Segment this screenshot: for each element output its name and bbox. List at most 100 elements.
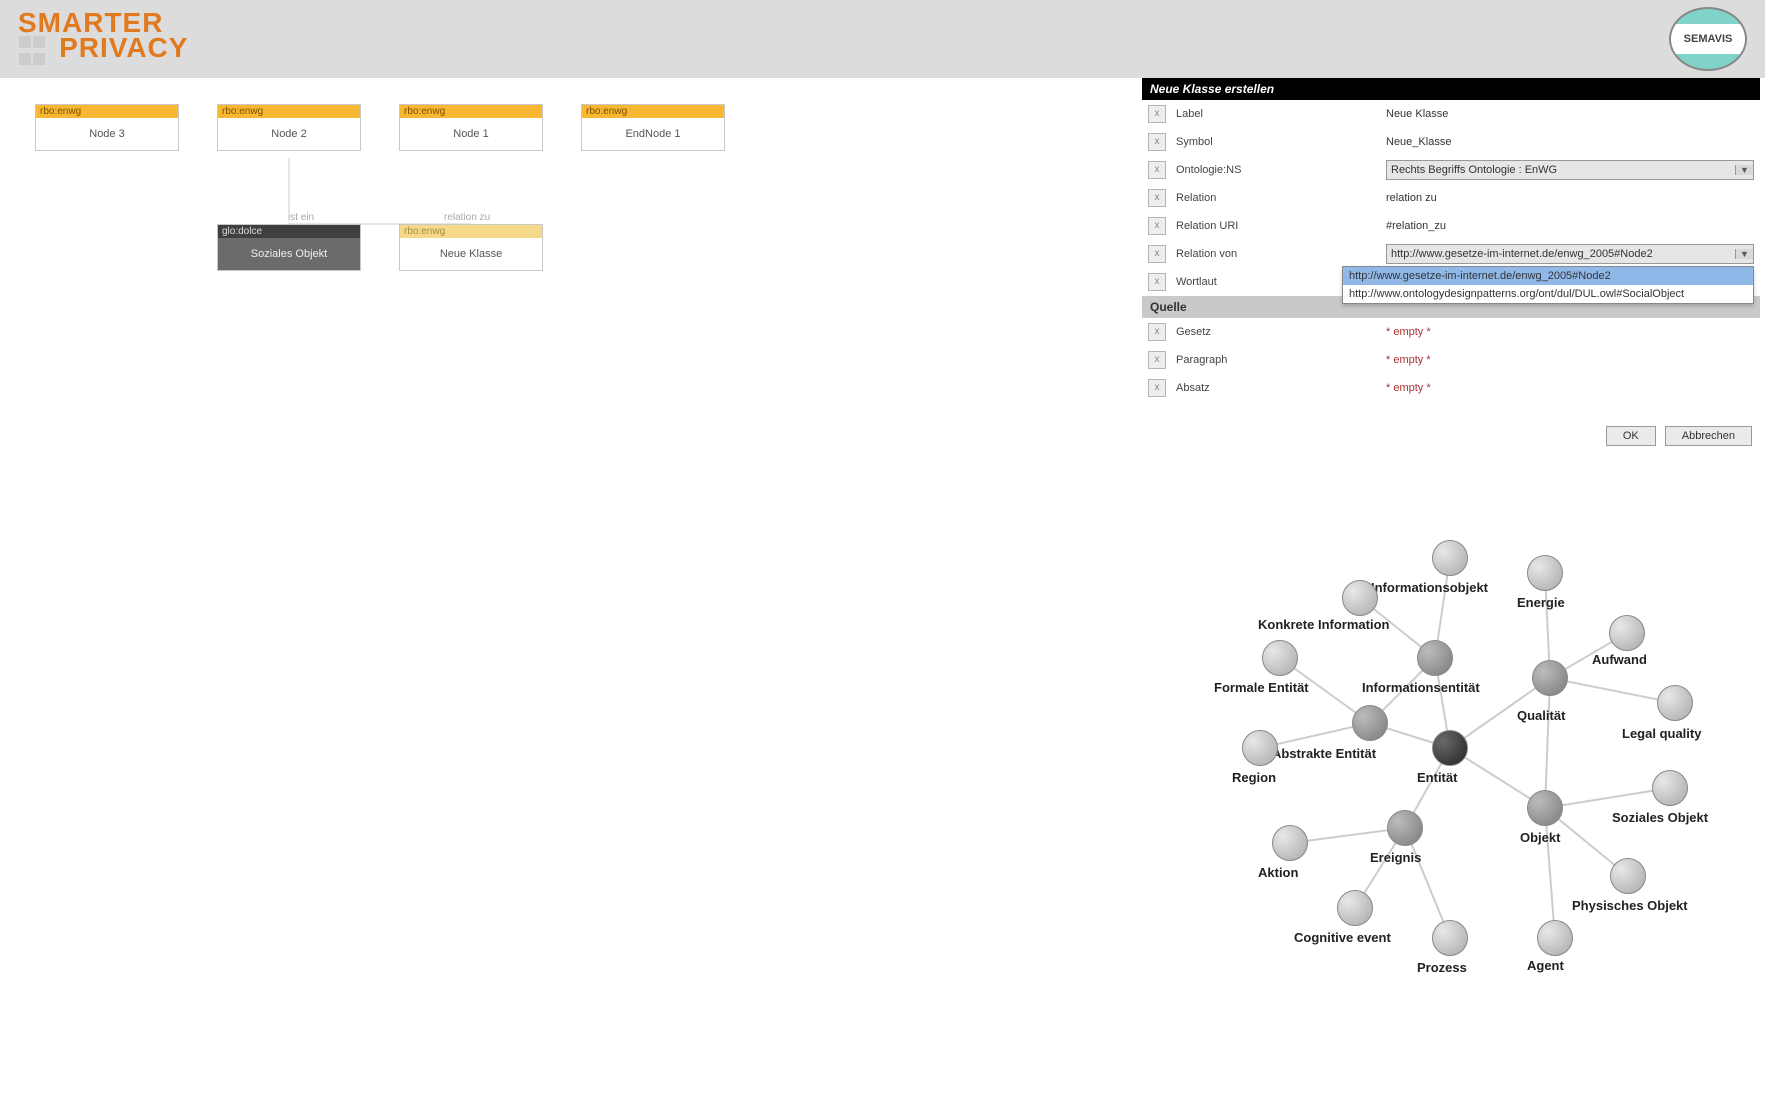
chevron-down-icon[interactable]: ▼ (1735, 165, 1753, 175)
form-row-relation: x Relationrelation zu (1142, 184, 1760, 212)
node-label: EndNode 1 (582, 118, 724, 150)
chevron-down-icon[interactable]: ▼ (1735, 249, 1753, 259)
field-value-absatz[interactable]: * empty * (1386, 382, 1754, 394)
graph-node-aktion[interactable] (1272, 825, 1308, 861)
graph-label: Legal quality (1622, 726, 1701, 741)
dropdown-option[interactable]: http://www.ontologydesignpatterns.org/on… (1343, 285, 1753, 303)
remove-field-button[interactable]: x (1148, 351, 1166, 369)
field-value-paragraph[interactable]: * empty * (1386, 354, 1754, 366)
field-value-relation[interactable]: relation zu (1386, 192, 1754, 204)
graph-label: Aktion (1258, 865, 1298, 880)
graph-node-phys[interactable] (1610, 858, 1646, 894)
graph-node-agent[interactable] (1537, 920, 1573, 956)
graph-label: Region (1232, 770, 1276, 785)
graph-node-legal[interactable] (1657, 685, 1693, 721)
field-value-label[interactable]: Neue Klasse (1386, 108, 1754, 120)
graph-node-ereig[interactable] (1387, 810, 1423, 846)
diagram-node-so[interactable]: glo:dolceSoziales Objekt (217, 224, 361, 271)
graph-label: Informationsobjekt (1371, 580, 1488, 595)
field-value-relationuri[interactable]: #relation_zu (1386, 220, 1754, 232)
node-label: Node 1 (400, 118, 542, 150)
form-panel: Neue Klasse erstellen xLabelNeue Klassex… (1142, 78, 1760, 454)
logo-semavis-text: SEMAVIS (1684, 33, 1733, 45)
graph-node-qual[interactable] (1532, 660, 1568, 696)
graph-label: Objekt (1520, 830, 1560, 845)
ontology-graph[interactable]: EntitätAbstrakte EntitätInformationsenti… (1142, 510, 1765, 1090)
field-value-symbol[interactable]: Neue_Klasse (1386, 136, 1754, 148)
field-value-gesetz[interactable]: * empty * (1386, 326, 1754, 338)
graph-node-region[interactable] (1242, 730, 1278, 766)
cancel-button[interactable]: Abbrechen (1665, 426, 1752, 446)
logo-smarter-privacy: SMARTER PRIVACY (18, 10, 188, 69)
graph-node-obj[interactable] (1527, 790, 1563, 826)
node-namespace: rbo:enwg (218, 105, 360, 118)
remove-field-button[interactable]: x (1148, 323, 1166, 341)
node-namespace: rbo:enwg (400, 105, 542, 118)
diagram-node-e1[interactable]: rbo:enwgEndNode 1 (581, 104, 725, 151)
graph-node-proz[interactable] (1432, 920, 1468, 956)
graph-node-info[interactable] (1432, 540, 1468, 576)
field-label: Paragraph (1176, 354, 1386, 366)
button-row: OK Abbrechen (1142, 402, 1760, 454)
graph-label: Soziales Objekt (1612, 810, 1708, 825)
graph-label: Cognitive event (1294, 930, 1391, 945)
graph-node-cog[interactable] (1337, 890, 1373, 926)
diagram-node-n2[interactable]: rbo:enwgNode 2 (217, 104, 361, 151)
graph-node-formal[interactable] (1262, 640, 1298, 676)
dropdown-option[interactable]: http://www.gesetze-im-internet.de/enwg_2… (1343, 267, 1753, 285)
node-label: Soziales Objekt (218, 238, 360, 270)
graph-node-energie[interactable] (1527, 555, 1563, 591)
remove-field-button[interactable]: x (1148, 273, 1166, 291)
logo-semavis: SEMAVIS (1669, 7, 1747, 71)
field-label: Symbol (1176, 136, 1386, 148)
form-row-paragraph: x Paragraph* empty * (1142, 346, 1760, 374)
form-row-relationvon: xRelation vonhttp://www.gesetze-im-inter… (1142, 240, 1760, 268)
dropdown-relationvon[interactable]: http://www.gesetze-im-internet.de/enwg_2… (1342, 266, 1754, 304)
form-row-relationuri: x Relation URI#relation_zu (1142, 212, 1760, 240)
form-row-ontology: x Ontologie:NSRechts Begriffs Ontologie :… (1142, 156, 1760, 184)
remove-field-button[interactable]: x (1148, 189, 1166, 207)
logo-line2: PRIVACY (51, 32, 188, 63)
field-label: Label (1176, 108, 1386, 120)
remove-field-button[interactable]: x (1148, 217, 1166, 235)
graph-label: Prozess (1417, 960, 1467, 975)
ok-button[interactable]: OK (1606, 426, 1656, 446)
logo-boxes-icon (18, 35, 46, 69)
field-label: Ontologie:NS (1176, 164, 1386, 176)
diagram-node-n1[interactable]: rbo:enwgNode 1 (399, 104, 543, 151)
graph-node-abs[interactable] (1352, 705, 1388, 741)
remove-field-button[interactable]: x (1148, 161, 1166, 179)
graph-node-soz[interactable] (1652, 770, 1688, 806)
field-label: Relation (1176, 192, 1386, 204)
select-ontology[interactable]: Rechts Begriffs Ontologie : EnWG▼ (1386, 160, 1754, 180)
field-label: Relation URI (1176, 220, 1386, 232)
diagram-node-nk[interactable]: rbo:enwgNeue Klasse (399, 224, 543, 271)
graph-node-aufwand[interactable] (1609, 615, 1645, 651)
edge-label: ist ein (288, 212, 314, 223)
edge-label: relation zu (444, 212, 490, 223)
graph-node-infe[interactable] (1417, 640, 1453, 676)
node-namespace: glo:dolce (218, 225, 360, 238)
form-row-absatz: x Absatz* empty * (1142, 374, 1760, 402)
remove-field-button[interactable]: x (1148, 105, 1166, 123)
select-value: http://www.gesetze-im-internet.de/enwg_2… (1387, 248, 1735, 260)
remove-field-button[interactable]: x (1148, 133, 1166, 151)
field-label: Gesetz (1176, 326, 1386, 338)
node-namespace: rbo:enwg (582, 105, 724, 118)
graph-label: Formale Entität (1214, 680, 1309, 695)
field-label: Absatz (1176, 382, 1386, 394)
graph-node-konk[interactable] (1342, 580, 1378, 616)
graph-node-ent[interactable] (1432, 730, 1468, 766)
top-bar: SMARTER PRIVACY SEMAVIS (0, 0, 1765, 78)
form-row-label: x LabelNeue Klasse (1142, 100, 1760, 128)
graph-label: Qualität (1517, 708, 1565, 723)
remove-field-button[interactable]: x (1148, 245, 1166, 263)
graph-label: Konkrete Information (1258, 617, 1389, 632)
graph-label: Informationsentität (1362, 680, 1480, 695)
form-row-symbol: x SymbolNeue_Klasse (1142, 128, 1760, 156)
remove-field-button[interactable]: x (1148, 379, 1166, 397)
select-relationvon[interactable]: http://www.gesetze-im-internet.de/enwg_2… (1386, 244, 1754, 264)
node-label: Node 3 (36, 118, 178, 150)
graph-label: Physisches Objekt (1572, 898, 1688, 913)
diagram-node-n3[interactable]: rbo:enwgNode 3 (35, 104, 179, 151)
